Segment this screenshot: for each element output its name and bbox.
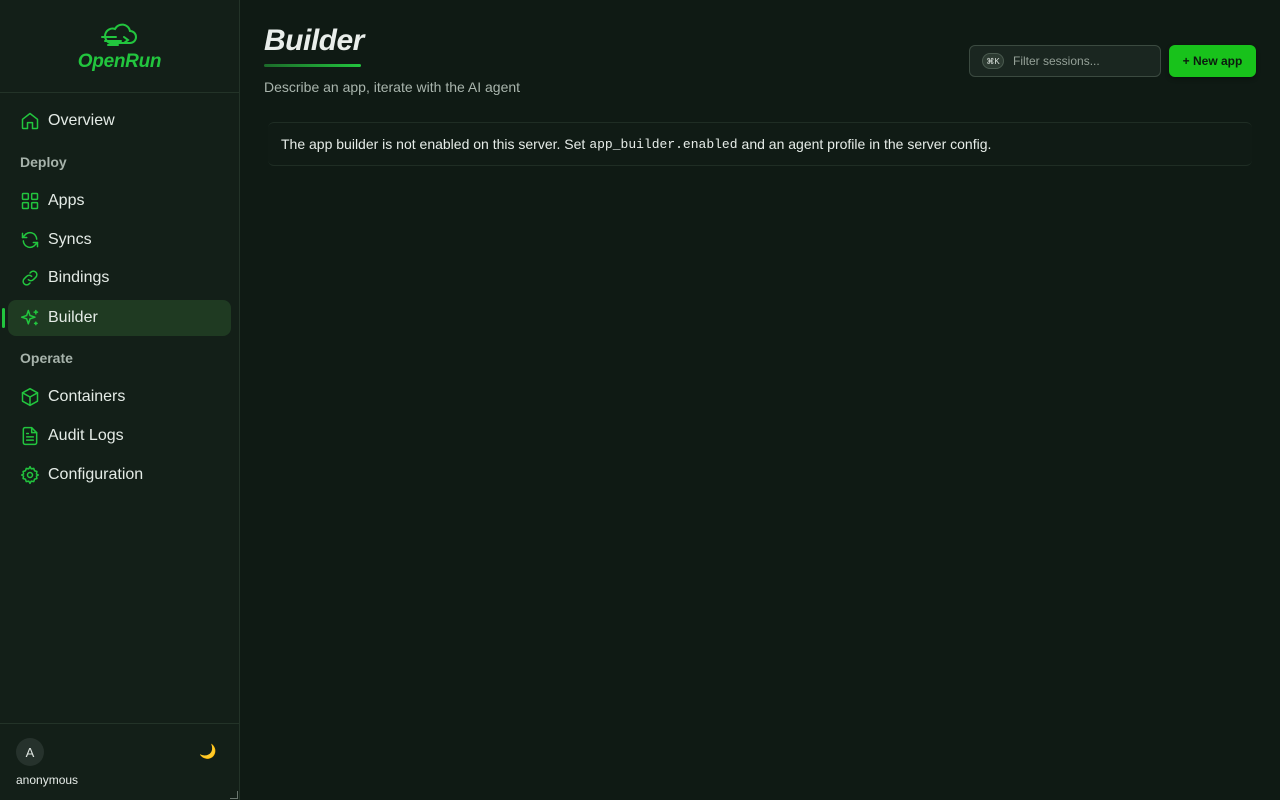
sidebar-item-label: Bindings — [48, 269, 110, 286]
sidebar-item-syncs[interactable]: Syncs — [8, 222, 231, 258]
page-title: Builder — [264, 24, 364, 57]
search-box[interactable]: ⌘K — [969, 45, 1161, 77]
link-icon — [20, 268, 40, 288]
sidebar-item-label: Audit Logs — [48, 427, 124, 444]
notice-banner: The app builder is not enabled on this s… — [268, 122, 1252, 166]
sidebar-footer: A anonymous 🌙 — [0, 723, 239, 800]
sidebar: OpenRun Overview Deploy Apps Syncs Bindi… — [0, 0, 240, 800]
new-app-button[interactable]: + New app — [1169, 45, 1256, 77]
shortcut-badge: ⌘K — [982, 53, 1004, 69]
title-underline — [264, 64, 361, 67]
moon-icon[interactable]: 🌙 — [199, 743, 216, 760]
file-text-icon — [20, 426, 40, 446]
sidebar-item-label: Apps — [48, 192, 85, 209]
search-input[interactable] — [1013, 54, 1153, 68]
resize-grip-icon[interactable] — [230, 791, 238, 799]
sidebar-item-apps[interactable]: Apps — [8, 183, 231, 219]
grid-icon — [20, 191, 40, 211]
cloud-logo-icon — [100, 23, 137, 46]
notice-text-before: The app builder is not enabled on this s… — [281, 136, 586, 152]
sidebar-item-configuration[interactable]: Configuration — [8, 457, 231, 493]
section-label-operate: Operate — [20, 350, 73, 366]
active-indicator — [2, 308, 5, 328]
box-icon — [20, 387, 40, 407]
avatar[interactable]: A — [16, 738, 44, 766]
brand-name: OpenRun — [77, 51, 162, 72]
sidebar-item-bindings[interactable]: Bindings — [8, 260, 231, 296]
sidebar-item-label: Builder — [48, 309, 98, 326]
brand[interactable]: OpenRun — [0, 0, 239, 93]
home-icon — [20, 111, 40, 131]
username: anonymous — [16, 773, 79, 787]
page-subtitle: Describe an app, iterate with the AI age… — [264, 79, 521, 95]
refresh-icon — [20, 230, 40, 250]
sidebar-item-overview[interactable]: Overview — [8, 103, 231, 139]
notice-text-after: and an agent profile in the server confi… — [741, 136, 992, 152]
sidebar-item-label: Configuration — [48, 466, 144, 483]
sidebar-item-builder[interactable]: Builder — [8, 300, 231, 336]
sidebar-item-label: Containers — [48, 388, 126, 405]
gear-icon — [20, 465, 40, 485]
sidebar-item-label: Syncs — [48, 231, 92, 248]
sidebar-item-label: Overview — [48, 112, 115, 129]
notice-code: app_builder.enabled — [589, 136, 738, 152]
sidebar-item-containers[interactable]: Containers — [8, 379, 231, 415]
sparkle-icon — [20, 308, 40, 328]
sidebar-item-audit-logs[interactable]: Audit Logs — [8, 418, 231, 454]
main-content: Builder Describe an app, iterate with th… — [240, 0, 1280, 800]
section-label-deploy: Deploy — [20, 154, 67, 170]
